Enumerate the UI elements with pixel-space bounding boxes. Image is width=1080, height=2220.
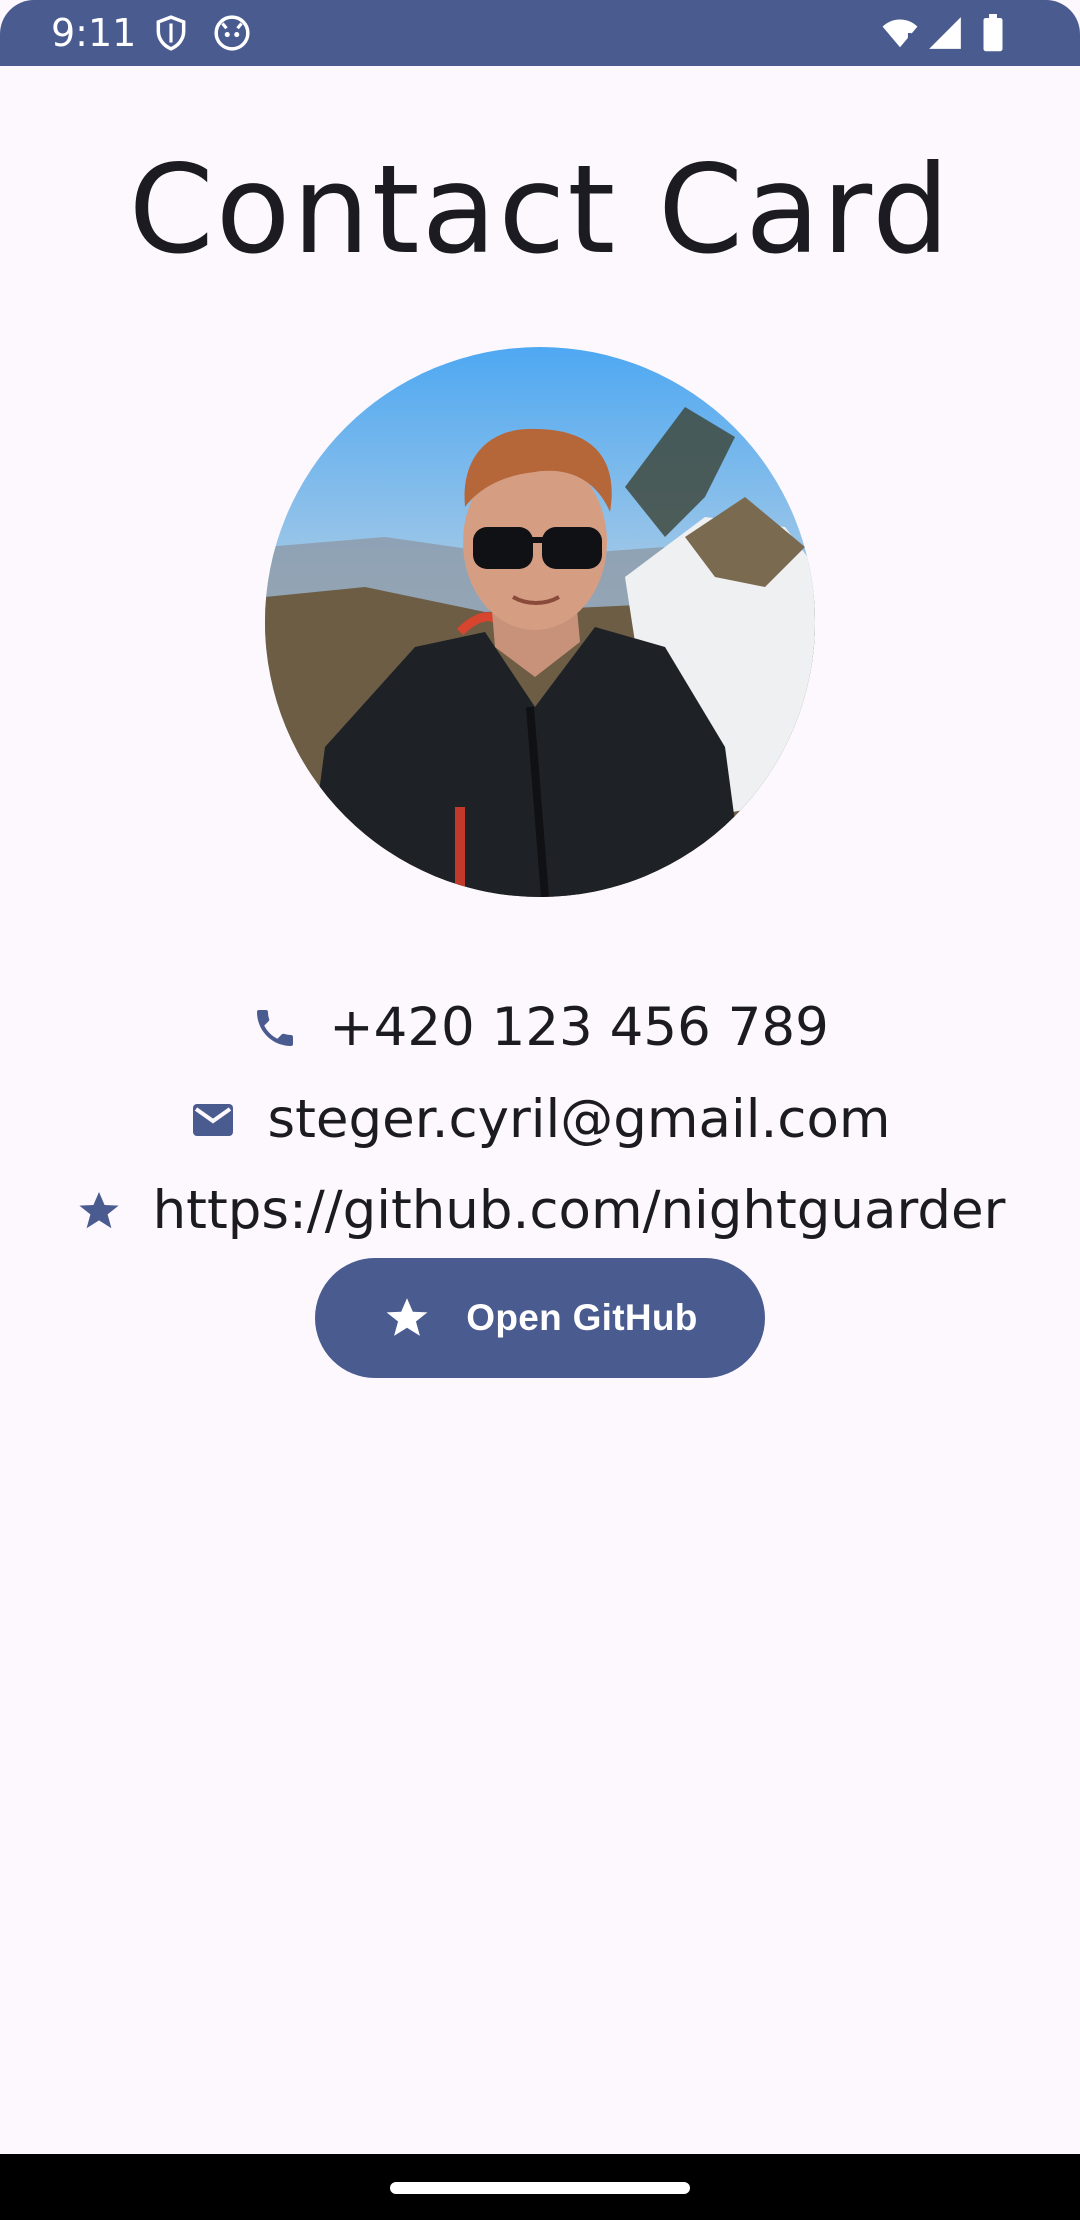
status-bar: 9:11 [0,0,1080,66]
phone-icon [251,1004,299,1052]
wifi-icon [880,14,920,52]
mail-icon [189,1096,237,1144]
phone-row[interactable]: +420 123 456 789 [0,998,1080,1058]
star-icon [75,1187,123,1235]
email-row[interactable]: steger.cyril@gmail.com [0,1090,1080,1150]
signal-icon [925,14,965,52]
home-indicator[interactable] [390,2182,690,2194]
email-address: steger.cyril@gmail.com [267,1089,891,1150]
battery-icon [978,14,1008,52]
website-row[interactable]: https://github.com/nightguarder [0,1181,1080,1241]
website-url: https://github.com/nightguarder [152,1180,1006,1241]
star-icon [382,1293,432,1343]
shield-icon [152,14,190,52]
avatar [265,347,815,897]
status-time: 9:11 [51,11,137,55]
page-title: Contact Card [128,139,952,281]
open-github-label: Open GitHub [466,1297,698,1338]
open-github-button[interactable]: Open GitHub [315,1258,765,1378]
phone-number: +420 123 456 789 [329,997,829,1058]
android-face-icon [213,14,251,52]
